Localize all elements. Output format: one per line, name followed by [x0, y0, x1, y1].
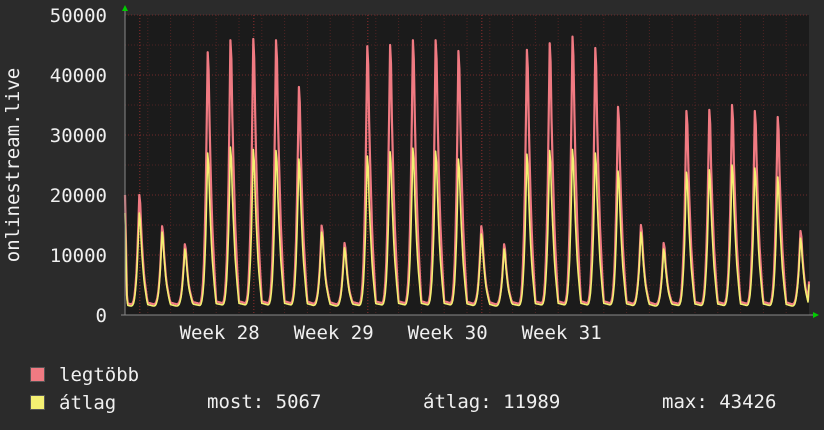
x-tick-label: Week 28 [180, 322, 260, 344]
legend-swatch-max [30, 367, 45, 382]
legend-swatch-avg [30, 395, 45, 410]
y-tick-label: 20000 [50, 185, 107, 207]
stat-now: most: 5067 [207, 391, 322, 413]
x-axis-arrow [813, 312, 819, 318]
y-axis-arrow [122, 5, 128, 11]
y-axis-label: onlinestream.live [2, 68, 24, 262]
x-tick-label: Week 30 [408, 322, 488, 344]
y-tick-label: 0 [96, 305, 107, 327]
y-tick-label: 40000 [50, 65, 107, 87]
x-tick-label: Week 31 [522, 322, 602, 344]
y-tick-label: 30000 [50, 125, 107, 147]
legend: legtöbb átlag most: 5067 átlag: 11989 ma… [0, 360, 824, 430]
x-tick-label: Week 29 [294, 322, 374, 344]
legend-label-max: legtöbb [59, 364, 140, 386]
legend-label-avg: átlag [59, 392, 117, 414]
y-tick-label: 10000 [50, 245, 107, 267]
y-tick-label: 50000 [50, 5, 107, 27]
stat-max: max: 43426 [662, 391, 777, 413]
stat-avg: átlag: 11989 [423, 391, 561, 413]
